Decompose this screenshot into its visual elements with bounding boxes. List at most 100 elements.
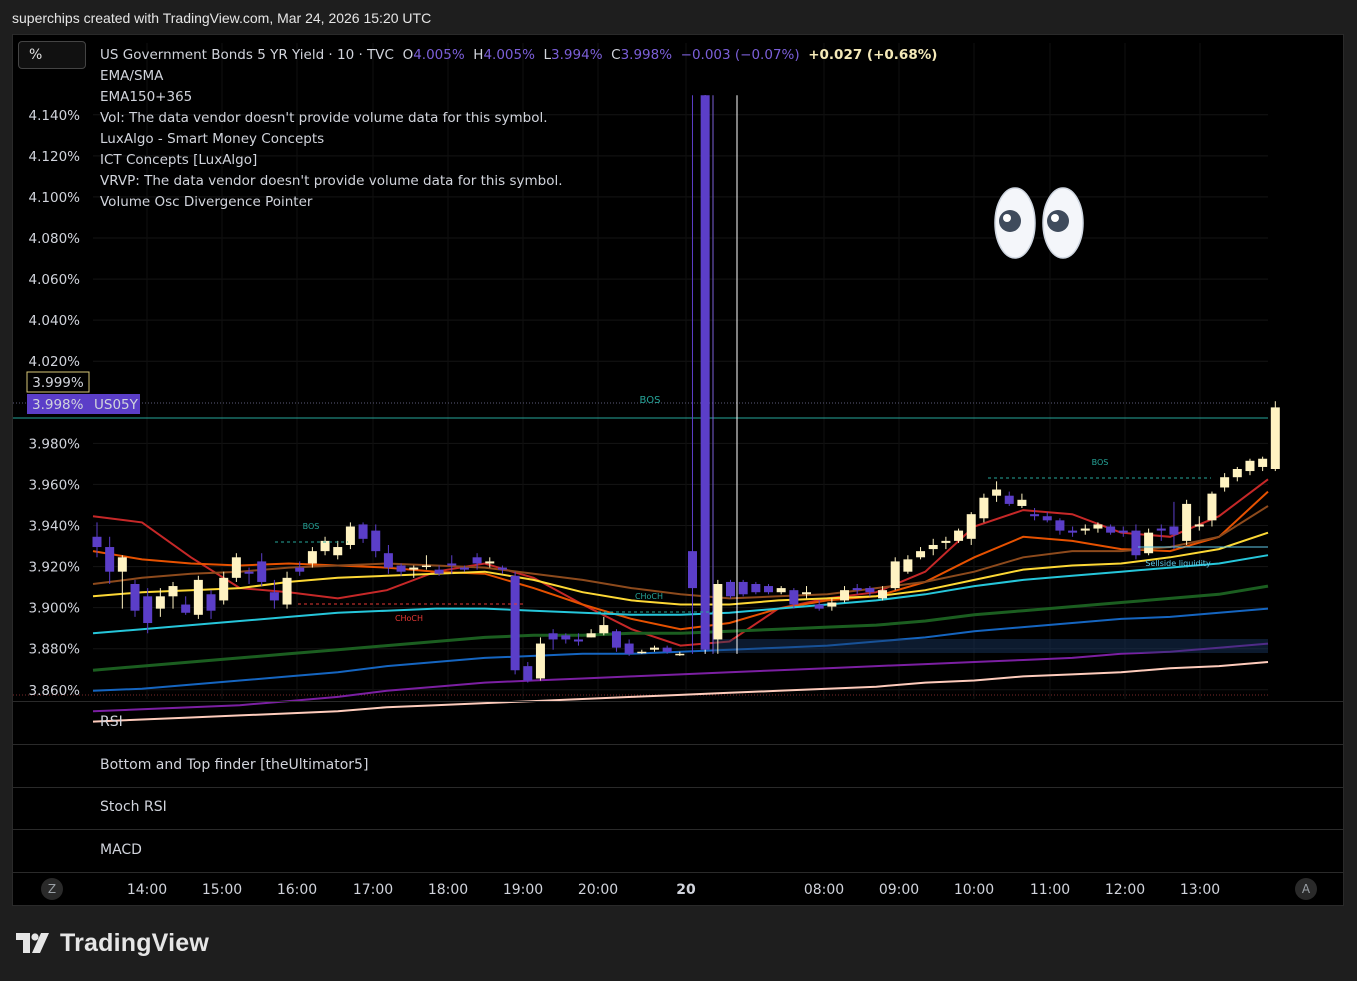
candle-body — [928, 544, 938, 550]
candle-body — [852, 588, 862, 591]
indicator-ict-concepts[interactable]: ICT Concepts [LuxAlgo] — [100, 150, 937, 171]
candle — [447, 555, 457, 574]
candle-body — [573, 639, 583, 642]
candle — [345, 522, 355, 550]
candle — [282, 571, 292, 609]
candle-body — [257, 561, 267, 582]
candle-body — [624, 643, 634, 654]
candle-body — [155, 596, 165, 609]
candle-body — [269, 592, 279, 601]
chart-caption: superchips created with TradingView.com,… — [12, 10, 432, 26]
candle-body — [675, 653, 685, 656]
price-tick-label: 3.880% — [29, 642, 81, 658]
indicator-vrvp[interactable]: VRVP: The data vendor doesn't provide vo… — [100, 171, 937, 192]
candle — [1258, 456, 1268, 472]
candle — [979, 493, 989, 523]
candle — [1156, 524, 1166, 541]
percent-scale-button[interactable]: % — [18, 41, 86, 69]
choch-label: CHoCH — [395, 614, 423, 623]
indicator-volume[interactable]: Vol: The data vendor doesn't provide vol… — [100, 108, 937, 129]
candle-body — [1207, 493, 1217, 521]
candle — [396, 563, 406, 576]
candle — [231, 553, 241, 582]
candle-body — [649, 647, 659, 650]
pane-stoch-rsi[interactable]: Stoch RSI — [13, 787, 1343, 829]
candle — [637, 649, 647, 654]
candle — [181, 596, 191, 615]
candle-body — [789, 590, 799, 605]
candle — [548, 629, 558, 650]
tradingview-wordmark: TradingView — [60, 928, 210, 957]
candle — [358, 522, 368, 543]
candle-body — [295, 567, 305, 572]
symbol-row[interactable]: US Government Bonds 5 YR Yield · 10 · TV… — [100, 45, 937, 66]
candle-body — [231, 557, 241, 578]
candle-body — [358, 524, 368, 539]
candle-body — [143, 596, 153, 624]
last-price-label: 3.998% — [32, 397, 84, 413]
candle-body — [611, 631, 621, 648]
candle-body — [827, 602, 837, 607]
candle — [1004, 491, 1014, 506]
candle — [1144, 528, 1154, 556]
indicator-volume-osc[interactable]: Volume Osc Divergence Pointer — [100, 192, 937, 213]
candle-body — [459, 567, 469, 570]
chart-legend: US Government Bonds 5 YR Yield · 10 · TV… — [100, 45, 937, 213]
price-tick-label: 3.920% — [29, 560, 81, 576]
pane-rsi[interactable]: RSI — [13, 701, 1343, 744]
candle-body — [637, 651, 647, 654]
candle-body — [434, 569, 444, 574]
candle-body — [916, 551, 926, 558]
tradingview-logo: TradingView — [16, 928, 209, 958]
symbol-name[interactable]: US Government Bonds 5 YR Yield · 10 · TV… — [100, 47, 394, 63]
candle — [1131, 524, 1141, 560]
pane-bottom-top-finder[interactable]: Bottom and Top finder [theUltimator5] — [13, 744, 1343, 787]
zoom-button[interactable]: Z — [41, 878, 63, 900]
bos-label: BOS — [303, 522, 320, 531]
candle-body — [1131, 530, 1141, 556]
pane-bottom-top-finder-label: Bottom and Top finder [theUltimator5] — [100, 757, 369, 773]
time-axis-bar[interactable] — [13, 872, 1343, 905]
candle-body — [1106, 526, 1116, 533]
candle-body — [751, 584, 761, 593]
pane-macd[interactable]: MACD — [13, 829, 1343, 872]
open-value: 4.005% — [413, 47, 465, 63]
candle-body — [535, 643, 545, 679]
price-tick-label: 4.140% — [29, 108, 81, 124]
price-tick-label: 4.060% — [29, 272, 81, 288]
low-value: 3.994% — [551, 47, 603, 63]
indicator-smart-money[interactable]: LuxAlgo - Smart Money Concepts — [100, 129, 937, 150]
candle — [840, 586, 850, 603]
candle-body — [903, 559, 913, 572]
price-tick-label: 3.940% — [29, 519, 81, 535]
price-tick-label: 3.860% — [29, 683, 81, 699]
crosshair-price-label: 3.999% — [32, 375, 84, 391]
candle-body — [713, 584, 723, 640]
candle — [257, 553, 267, 587]
price-tick-label: 3.900% — [29, 601, 81, 617]
candle-body — [865, 588, 875, 593]
chart-frame[interactable]: 4.140% 4.120% 4.100% 4.080% 4.060% 4.040% 4.02… — [12, 34, 1344, 906]
choch-label: CHoCH — [635, 592, 663, 601]
candle-body — [1258, 458, 1268, 467]
auto-scale-button[interactable]: A — [1295, 878, 1317, 900]
close-label: C — [611, 47, 621, 63]
candle-body — [92, 536, 102, 548]
candle-body — [1118, 530, 1128, 533]
indicator-ema150-365[interactable]: EMA150+365 — [100, 87, 937, 108]
candle-body — [485, 561, 495, 564]
candle-body — [878, 590, 888, 599]
candle — [130, 579, 140, 617]
indicator-ema-sma[interactable]: EMA/SMA — [100, 66, 937, 87]
candle-body — [548, 633, 558, 640]
candle-body — [1232, 469, 1242, 478]
candle-body — [472, 557, 482, 564]
bos-label: BOS — [640, 395, 661, 406]
candle-body — [1004, 495, 1014, 504]
candle — [206, 590, 216, 619]
candle-body — [117, 557, 127, 572]
candle-body — [814, 604, 824, 609]
candle — [599, 616, 609, 636]
candle — [751, 581, 761, 595]
candle-body — [586, 633, 596, 638]
